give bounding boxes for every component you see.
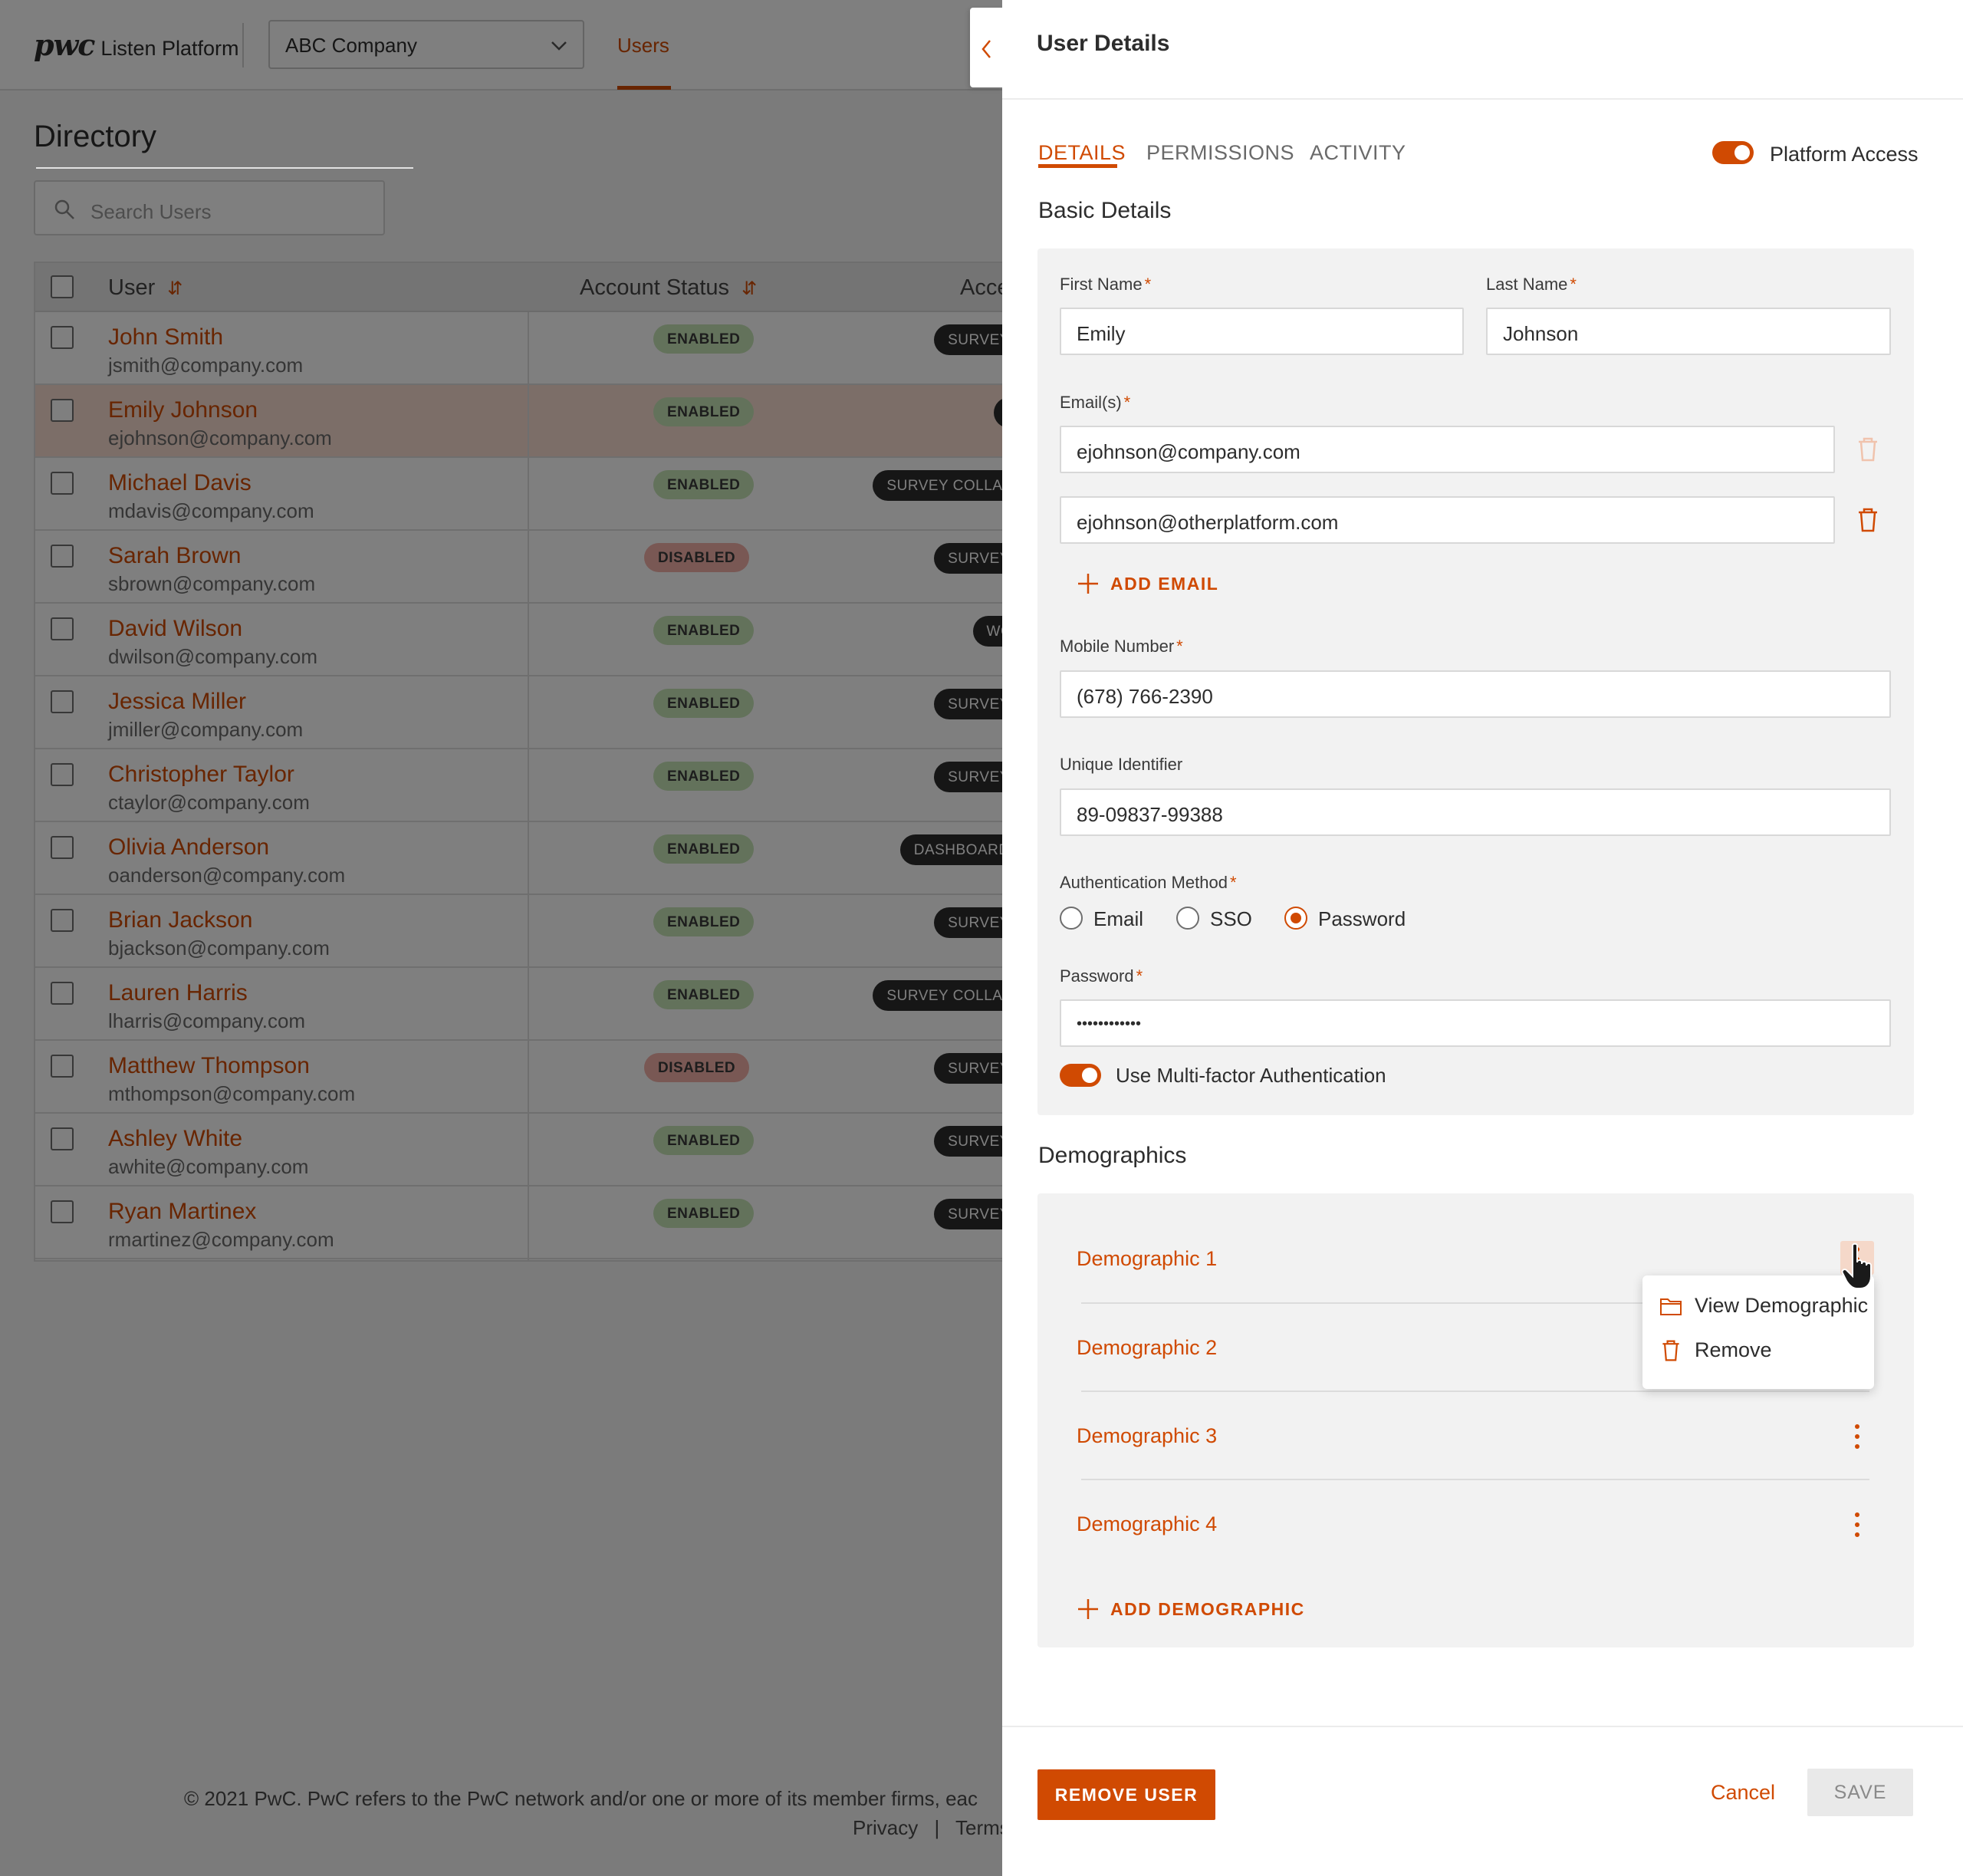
mobile-label-text: Mobile Number <box>1060 637 1175 656</box>
emails-label: Email(s) * <box>1060 393 1130 413</box>
auth-radio-password[interactable] <box>1284 907 1307 930</box>
add-demographic-label: ADD DEMOGRAPHIC <box>1110 1598 1305 1619</box>
password-field[interactable]: •••••••••••• <box>1060 999 1891 1047</box>
divider <box>1081 1479 1869 1480</box>
tab-activity[interactable]: ACTIVITY <box>1310 141 1406 165</box>
demographics-title: Demographics <box>1038 1143 1187 1168</box>
emails-label-text: Email(s) <box>1060 393 1122 412</box>
active-tab-indicator <box>1038 164 1117 168</box>
menu-item-view-demographic[interactable]: View Demographic <box>1659 1294 1868 1318</box>
first-name-label: First Name * <box>1060 275 1151 295</box>
demographic-context-menu: View Demographic Remove <box>1642 1275 1874 1389</box>
email-field-1[interactable]: ejohnson@company.com <box>1060 426 1835 473</box>
menu-item-remove-label: Remove <box>1695 1338 1772 1361</box>
tab-details[interactable]: DETAILS <box>1038 141 1126 165</box>
remove-user-button[interactable]: REMOVE USER <box>1037 1769 1215 1820</box>
demographic-item-2[interactable]: Demographic 2 <box>1077 1336 1217 1360</box>
add-email-button[interactable]: ADD EMAIL <box>1077 572 1218 595</box>
mobile-label: Mobile Number * <box>1060 637 1183 657</box>
folder-icon <box>1660 1298 1682 1315</box>
last-name-label-text: Last Name <box>1486 275 1568 294</box>
required-marker: * <box>1176 637 1183 656</box>
divider <box>1081 1391 1869 1392</box>
kebab-icon[interactable] <box>1850 1420 1865 1453</box>
drawer-header: User Details <box>1002 0 1963 100</box>
password-label: Password * <box>1060 966 1143 986</box>
required-marker: * <box>1144 275 1152 294</box>
demographic-item-3[interactable]: Demographic 3 <box>1077 1424 1217 1448</box>
auth-radio-sso-label: SSO <box>1210 907 1252 930</box>
demographic-item-4[interactable]: Demographic 4 <box>1077 1512 1217 1536</box>
platform-access-toggle[interactable] <box>1712 141 1754 164</box>
mfa-label: Use Multi-factor Authentication <box>1116 1064 1386 1087</box>
auth-radio-sso[interactable] <box>1176 907 1199 930</box>
plus-icon <box>1078 1599 1098 1619</box>
mfa-toggle[interactable] <box>1060 1064 1101 1087</box>
unique-identifier-field[interactable]: 89-09837-99388 <box>1060 788 1891 836</box>
mobile-number-field[interactable]: (678) 766-2390 <box>1060 670 1891 718</box>
cancel-button[interactable]: Cancel <box>1711 1781 1775 1805</box>
demographic-item-1[interactable]: Demographic 1 <box>1077 1247 1217 1271</box>
trash-icon <box>1859 437 1877 462</box>
required-marker: * <box>1136 966 1143 986</box>
email-field-2[interactable]: ejohnson@otherplatform.com <box>1060 496 1835 544</box>
basic-details-title: Basic Details <box>1038 198 1172 223</box>
first-name-field[interactable]: Emily <box>1060 308 1464 355</box>
auth-radio-password-label: Password <box>1318 907 1406 930</box>
menu-item-remove[interactable]: Remove <box>1659 1338 1772 1362</box>
last-name-field[interactable]: Johnson <box>1486 308 1891 355</box>
trash-icon[interactable] <box>1856 507 1879 533</box>
add-demographic-button[interactable]: ADD DEMOGRAPHIC <box>1077 1598 1305 1621</box>
tabs-baseline <box>36 167 413 169</box>
tab-permissions[interactable]: PERMISSIONS <box>1146 141 1294 165</box>
required-marker: * <box>1570 275 1577 294</box>
drawer-title: User Details <box>1037 31 1170 56</box>
menu-item-view-label: View Demographic <box>1695 1294 1869 1317</box>
chevron-left-icon <box>982 40 991 58</box>
first-name-label-text: First Name <box>1060 275 1143 294</box>
trash-icon <box>1662 1340 1679 1361</box>
kebab-icon[interactable] <box>1850 1508 1865 1542</box>
auth-radio-email[interactable] <box>1060 907 1083 930</box>
save-button[interactable]: SAVE <box>1807 1769 1913 1816</box>
password-label-text: Password <box>1060 966 1134 986</box>
collapse-drawer-button[interactable] <box>970 8 1004 87</box>
drawer-footer: REMOVE USER Cancel SAVE <box>1002 1726 1963 1876</box>
last-name-label: Last Name * <box>1486 275 1577 295</box>
required-marker: * <box>1229 873 1237 892</box>
platform-access-label: Platform Access <box>1770 143 1919 166</box>
plus-icon <box>1078 574 1098 594</box>
add-email-label: ADD EMAIL <box>1110 573 1219 594</box>
auth-method-label-text: Authentication Method <box>1060 873 1228 892</box>
required-marker: * <box>1123 393 1131 412</box>
auth-method-label: Authentication Method * <box>1060 873 1237 893</box>
unique-identifier-label: Unique Identifier <box>1060 755 1183 774</box>
auth-radio-email-label: Email <box>1093 907 1144 930</box>
hand-cursor-icon <box>1841 1242 1872 1289</box>
